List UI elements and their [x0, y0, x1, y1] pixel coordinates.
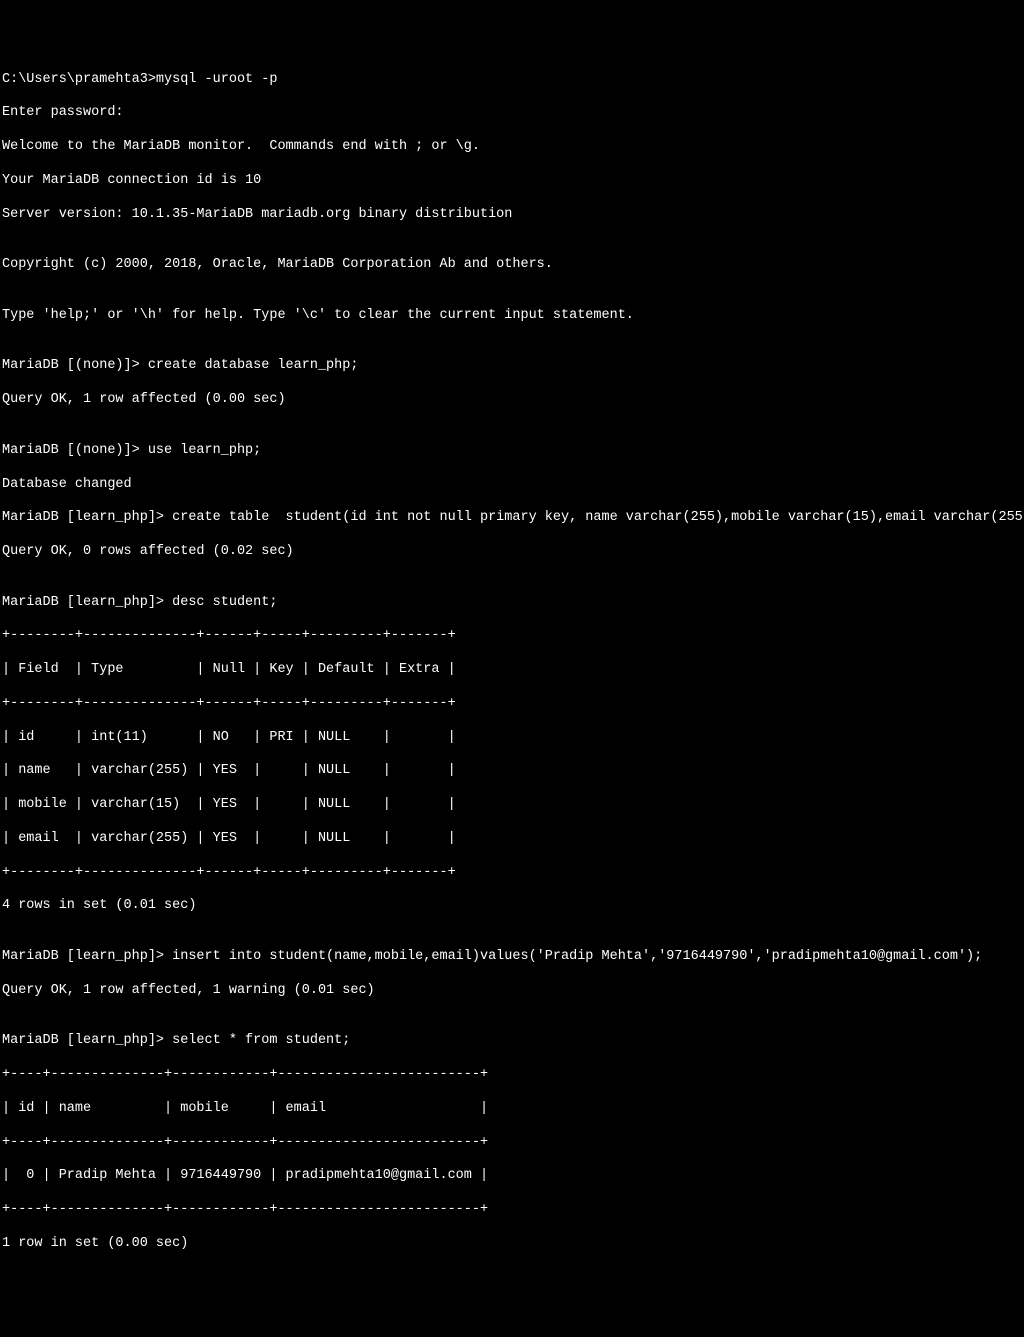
terminal-line: Query OK, 1 row affected, 1 warning (0.0…: [2, 983, 1022, 1000]
table-row: | 0 | Pradip Mehta | 9716449790 | pradip…: [2, 1168, 1022, 1185]
terminal-prompt-line: MariaDB [(none)]> use learn_php;: [2, 443, 1022, 460]
terminal-line: Query OK, 1 row affected (0.00 sec): [2, 392, 1022, 409]
terminal-line: Type 'help;' or '\h' for help. Type '\c'…: [2, 308, 1022, 325]
table-header: | Field | Type | Null | Key | Default | …: [2, 662, 1022, 679]
table-row: | mobile | varchar(15) | YES | | NULL | …: [2, 797, 1022, 814]
terminal-line: Database changed: [2, 477, 1022, 494]
terminal-prompt-line: MariaDB [learn_php]> desc student;: [2, 595, 1022, 612]
table-border: +--------+--------------+------+-----+--…: [2, 628, 1022, 645]
terminal-line: 1 row in set (0.00 sec): [2, 1236, 1022, 1253]
table-border: +----+--------------+------------+------…: [2, 1135, 1022, 1152]
table-border: +----+--------------+------------+------…: [2, 1202, 1022, 1219]
terminal-line: Welcome to the MariaDB monitor. Commands…: [2, 139, 1022, 156]
terminal-prompt-line: MariaDB [learn_php]> select * from stude…: [2, 1033, 1022, 1050]
terminal-line: C:\Users\pramehta3>mysql -uroot -p: [2, 72, 1022, 89]
terminal-line: Copyright (c) 2000, 2018, Oracle, MariaD…: [2, 257, 1022, 274]
table-row: | id | int(11) | NO | PRI | NULL | |: [2, 730, 1022, 747]
terminal-line: Query OK, 0 rows affected (0.02 sec): [2, 544, 1022, 561]
terminal-line: Server version: 10.1.35-MariaDB mariadb.…: [2, 207, 1022, 224]
table-header: | id | name | mobile | email |: [2, 1101, 1022, 1118]
terminal-prompt-line: MariaDB [(none)]> create database learn_…: [2, 358, 1022, 375]
table-border: +--------+--------------+------+-----+--…: [2, 696, 1022, 713]
terminal-line: Enter password:: [2, 105, 1022, 122]
table-row: | name | varchar(255) | YES | | NULL | |: [2, 763, 1022, 780]
terminal-line: 4 rows in set (0.01 sec): [2, 898, 1022, 915]
terminal-prompt-line: MariaDB [learn_php]> insert into student…: [2, 949, 1022, 966]
table-border: +----+--------------+------------+------…: [2, 1067, 1022, 1084]
terminal-prompt-line: MariaDB [learn_php]> create table studen…: [2, 510, 1022, 527]
terminal-line: Your MariaDB connection id is 10: [2, 173, 1022, 190]
table-border: +--------+--------------+------+-----+--…: [2, 865, 1022, 882]
table-row: | email | varchar(255) | YES | | NULL | …: [2, 831, 1022, 848]
